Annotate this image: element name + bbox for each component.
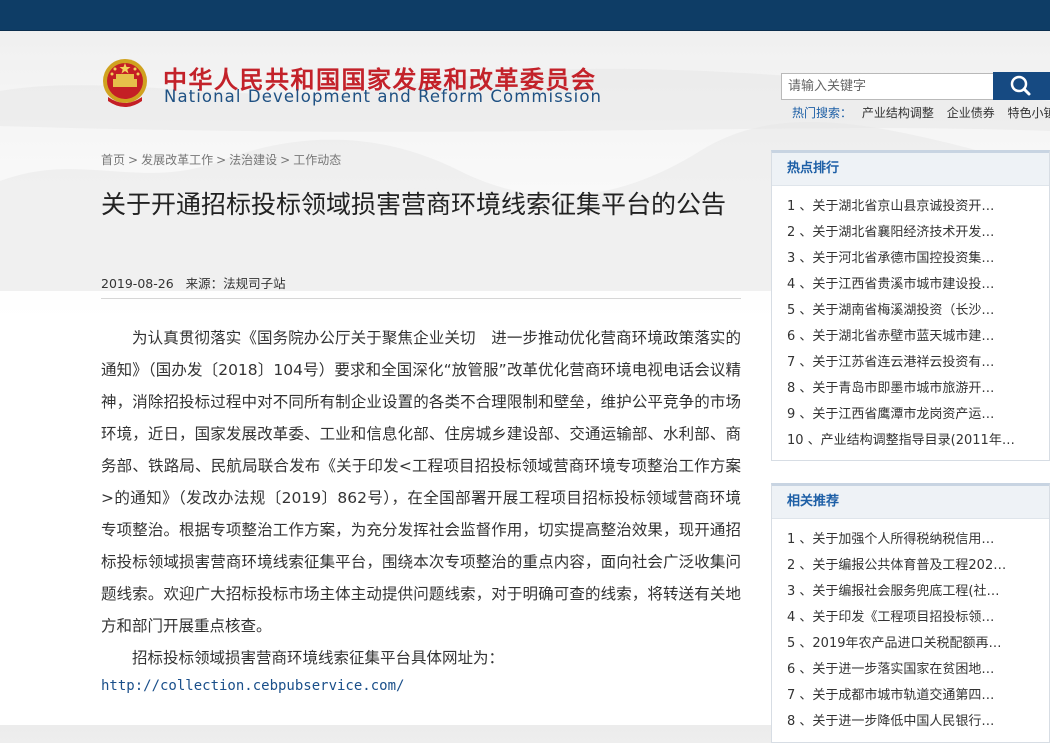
list-item: 5 、关于湖南省梅溪湖投资（长沙… bbox=[787, 298, 1037, 324]
platform-url-link[interactable]: http://collection.cebpubservice.com/ bbox=[101, 678, 404, 694]
national-emblem-icon bbox=[103, 59, 147, 107]
list-item: 5 、2019年农产品进口关税配额再… bbox=[787, 631, 1037, 657]
list-item: 4 、关于江西省贵溪市城市建设投… bbox=[787, 272, 1037, 298]
related-title: 相关推荐 bbox=[772, 486, 1049, 519]
hot-ranking-link[interactable]: 9 、关于江西省鹰潭市龙岗资产运… bbox=[787, 407, 994, 422]
article-source: 来源：法规司子站 bbox=[185, 276, 286, 291]
site-title-english: National Development and Reform Commissi… bbox=[164, 87, 603, 106]
article-paragraph: 招标投标领域损害营商环境线索征集平台具体网址为： bbox=[132, 649, 505, 667]
hot-ranking-link[interactable]: 7 、关于江苏省连云港祥云投资有… bbox=[787, 355, 994, 370]
related-link[interactable]: 5 、2019年农产品进口关税配额再… bbox=[787, 636, 1002, 651]
list-item: 7 、关于江苏省连云港祥云投资有… bbox=[787, 350, 1037, 376]
top-bar bbox=[0, 0, 1050, 31]
list-item: 3 、关于河北省承德市国控投资集… bbox=[787, 246, 1037, 272]
list-item: 2 、关于编报公共体育普及工程202… bbox=[787, 553, 1037, 579]
list-item: 8 、关于青岛市即墨市城市旅游开… bbox=[787, 376, 1037, 402]
breadcrumb-rule-of-law[interactable]: 法治建设 bbox=[229, 153, 277, 167]
hot-ranking-link[interactable]: 4 、关于江西省贵溪市城市建设投… bbox=[787, 277, 994, 292]
hot-keyword-link[interactable]: 特色小镇 bbox=[1008, 106, 1050, 120]
list-item: 8 、关于进一步降低中国人民银行… bbox=[787, 709, 1037, 735]
related-link[interactable]: 8 、关于进一步降低中国人民银行… bbox=[787, 714, 994, 729]
related-link[interactable]: 3 、关于编报社会服务兜底工程(社… bbox=[787, 584, 999, 599]
related-link[interactable]: 4 、关于印发《工程项目招投标领… bbox=[787, 610, 994, 625]
list-item: 1 、关于加强个人所得税纳税信用… bbox=[787, 527, 1037, 553]
search-button[interactable] bbox=[993, 72, 1050, 100]
list-item: 1 、关于湖北省京山县京诚投资开… bbox=[787, 194, 1037, 220]
search-icon bbox=[1010, 75, 1031, 96]
hot-search-label: 热门搜索： bbox=[792, 106, 853, 120]
related-panel: 相关推荐 1 、关于加强个人所得税纳税信用… 2 、关于编报公共体育普及工程20… bbox=[771, 483, 1050, 743]
hot-ranking-link[interactable]: 10 、产业结构调整指导目录(2011年… bbox=[787, 433, 1015, 448]
hot-keyword-link[interactable]: 企业债券 bbox=[947, 106, 995, 120]
article-date: 2019-08-26 bbox=[101, 276, 174, 291]
article-paragraph: 为认真贯彻落实《国务院办公厅关于聚焦企业关切 进一步推动优化营商环境政策落实的通… bbox=[101, 329, 741, 635]
hot-ranking-link[interactable]: 2 、关于湖北省襄阳经济技术开发… bbox=[787, 225, 994, 240]
list-item: 7 、关于成都市城市轨道交通第四… bbox=[787, 683, 1037, 709]
search-input[interactable] bbox=[781, 73, 993, 100]
breadcrumb: 首页 > 发展改革工作 > 法治建设 > 工作动态 bbox=[101, 153, 342, 167]
hot-ranking-link[interactable]: 5 、关于湖南省梅溪湖投资（长沙… bbox=[787, 303, 994, 318]
related-link[interactable]: 6 、关于进一步落实国家在贫困地… bbox=[787, 662, 994, 677]
breadcrumb-work-news[interactable]: 工作动态 bbox=[293, 153, 341, 167]
hot-keyword-link[interactable]: 产业结构调整 bbox=[862, 106, 934, 120]
article-meta: 2019-08-26 来源：法规司子站 bbox=[101, 273, 286, 292]
list-item: 9 、关于江西省鹰潭市龙岗资产运… bbox=[787, 402, 1037, 428]
related-link[interactable]: 7 、关于成都市城市轨道交通第四… bbox=[787, 688, 994, 703]
list-item: 6 、关于进一步落实国家在贫困地… bbox=[787, 657, 1037, 683]
list-item: 6 、关于湖北省赤壁市蓝天城市建… bbox=[787, 324, 1037, 350]
breadcrumb-development-reform[interactable]: 发展改革工作 bbox=[141, 153, 213, 167]
hot-ranking-link[interactable]: 6 、关于湖北省赤壁市蓝天城市建… bbox=[787, 329, 994, 344]
hot-ranking-panel: 热点排行 1 、关于湖北省京山县京诚投资开… 2 、关于湖北省襄阳经济技术开发…… bbox=[771, 150, 1050, 461]
hot-ranking-link[interactable]: 1 、关于湖北省京山县京诚投资开… bbox=[787, 199, 994, 214]
article-title: 关于开通招标投标领域损害营商环境线索征集平台的公告 bbox=[101, 190, 727, 219]
related-link[interactable]: 2 、关于编报公共体育普及工程202… bbox=[787, 558, 1006, 573]
article-body: 为认真贯彻落实《国务院办公厅关于聚焦企业关切 进一步推动优化营商环境政策落实的通… bbox=[101, 322, 741, 674]
related-link[interactable]: 1 、关于加强个人所得税纳税信用… bbox=[787, 532, 994, 547]
list-item: 3 、关于编报社会服务兜底工程(社… bbox=[787, 579, 1037, 605]
hot-ranking-link[interactable]: 8 、关于青岛市即墨市城市旅游开… bbox=[787, 381, 994, 396]
title-divider bbox=[101, 298, 741, 299]
hot-search-bar: 热门搜索： 产业结构调整 企业债券 特色小镇 bbox=[792, 104, 1050, 121]
list-item: 2 、关于湖北省襄阳经济技术开发… bbox=[787, 220, 1037, 246]
list-item: 4 、关于印发《工程项目招投标领… bbox=[787, 605, 1037, 631]
hot-ranking-link[interactable]: 3 、关于河北省承德市国控投资集… bbox=[787, 251, 994, 266]
breadcrumb-home[interactable]: 首页 bbox=[101, 153, 125, 167]
list-item: 10 、产业结构调整指导目录(2011年… bbox=[787, 428, 1037, 454]
hot-ranking-title: 热点排行 bbox=[772, 153, 1049, 186]
